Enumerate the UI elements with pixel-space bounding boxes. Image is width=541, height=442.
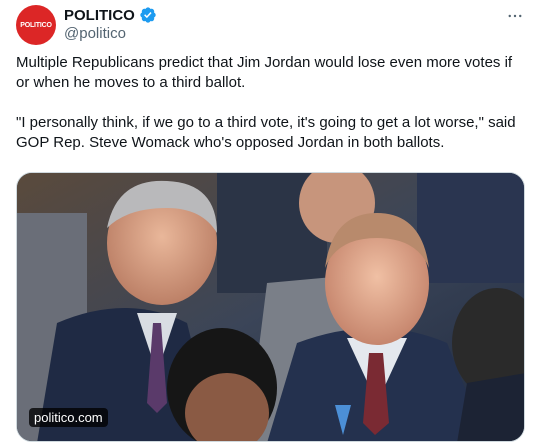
author-name-row: POLITICO	[64, 5, 157, 25]
author-handle[interactable]: @politico	[64, 25, 126, 42]
avatar[interactable]: POLITICO	[16, 5, 56, 45]
tweet-paragraph: "I personally think, if we go to a third…	[16, 114, 520, 151]
verified-badge-icon	[139, 6, 157, 24]
author-display-name[interactable]: POLITICO	[64, 7, 135, 24]
more-horizontal-icon[interactable]	[505, 6, 525, 26]
photo-illustration	[17, 173, 524, 441]
tweet-text: Multiple Republicans predict that Jim Jo…	[16, 53, 528, 173]
tweet-card: POLITICO POLITICO @politico Multiple Rep…	[0, 0, 541, 442]
tweet-paragraph: Multiple Republicans predict that Jim Jo…	[16, 54, 517, 91]
tweet-photo[interactable]: politico.com	[16, 172, 525, 442]
media-domain-label[interactable]: politico.com	[29, 408, 108, 427]
avatar-logo-text: POLITICO	[20, 21, 52, 29]
